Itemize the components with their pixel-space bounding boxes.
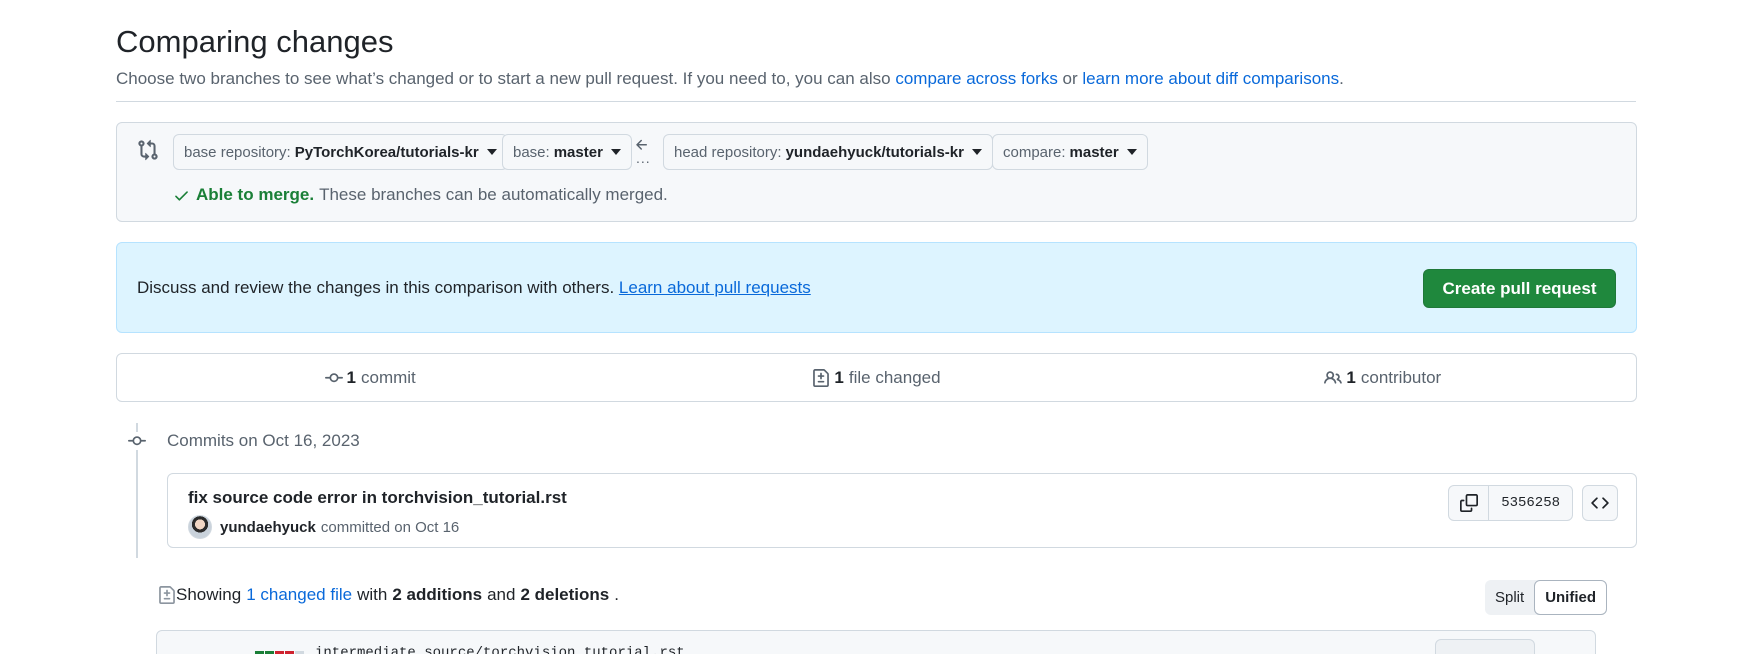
commit-author-link[interactable]: yundaehyuck xyxy=(220,519,316,536)
caret-down-icon xyxy=(610,149,621,155)
diff-file-header: intermediate_source/torchvision_tutorial… xyxy=(156,630,1596,654)
file-diff-icon xyxy=(159,586,175,604)
description-or: or xyxy=(1057,69,1083,88)
code-icon xyxy=(1591,497,1609,509)
compare-branch-select[interactable]: compare: master xyxy=(992,134,1148,170)
diff-view-toggle: Split Unified xyxy=(1485,580,1608,615)
summary-files-changed[interactable]: 1 file changed xyxy=(623,354,1129,401)
git-commit-icon xyxy=(126,432,148,450)
commit-title-link[interactable]: fix source code error in torchvision_tut… xyxy=(188,488,567,508)
file-diff-icon xyxy=(813,368,830,387)
base-repository-select[interactable]: base repository: PyTorchKorea/tutorials-k… xyxy=(173,134,508,170)
diff-and: and xyxy=(487,585,516,604)
commits-count: 1 xyxy=(346,367,356,387)
head-repository-label: head repository: xyxy=(674,143,782,161)
title-divider xyxy=(116,101,1636,102)
changed-files-link[interactable]: 1 changed file xyxy=(246,585,352,605)
file-path-link[interactable]: intermediate_source/torchvision_tutorial… xyxy=(315,645,685,654)
caret-down-icon xyxy=(1126,149,1137,155)
check-icon xyxy=(175,190,188,201)
compare-flash-banner: Discuss and review the changes in this c… xyxy=(116,242,1637,333)
create-pull-request-button[interactable]: Create pull request xyxy=(1423,269,1616,308)
copy-sha-button[interactable] xyxy=(1449,486,1490,520)
merge-status: Able to merge. These branches can be aut… xyxy=(173,185,668,205)
learn-diff-comparisons-link[interactable]: learn more about diff comparisons xyxy=(1082,69,1339,88)
git-compare-icon xyxy=(138,139,158,161)
git-commit-icon xyxy=(324,372,343,382)
base-repository-value: PyTorchKorea/tutorials-kr xyxy=(294,143,479,161)
deletions-count: 2 deletions xyxy=(520,585,610,604)
caret-down-icon xyxy=(971,149,982,155)
description-prefix: Choose two branches to see what’s change… xyxy=(116,69,896,88)
diff-with: with xyxy=(357,585,388,604)
compare-branch-value: master xyxy=(1069,143,1119,161)
learn-pull-requests-link[interactable]: Learn about pull requests xyxy=(619,278,811,297)
commits-date-heading: Commits on Oct 16, 2023 xyxy=(167,431,360,450)
commit-meta: yundaehyuck committed on Oct 16 xyxy=(188,515,459,539)
copy-icon xyxy=(1459,494,1478,512)
base-repository-label: base repository: xyxy=(184,143,291,161)
commits-label: commit xyxy=(361,367,416,387)
contributors-count: 1 xyxy=(1346,367,1356,387)
diff-summary: Showing 1 changed file with 2 additions … xyxy=(158,585,619,605)
description-suffix: . xyxy=(1339,69,1344,88)
range-editor: base repository: PyTorchKorea/tutorials-k… xyxy=(116,122,1637,222)
compare-summary: 1 commit 1 file changed 1 contributor xyxy=(116,353,1637,402)
avatar[interactable] xyxy=(188,515,212,539)
commit-sha-link[interactable]: 5356258 xyxy=(1489,486,1572,520)
additions-count: 2 additions xyxy=(392,585,483,604)
unified-view-button[interactable]: Unified xyxy=(1534,580,1608,615)
flash-message: Discuss and review the changes in this c… xyxy=(137,278,619,297)
files-count: 1 xyxy=(834,367,844,387)
merge-status-text: These branches can be automatically merg… xyxy=(319,185,668,204)
summary-contributors[interactable]: 1 contributor xyxy=(1130,354,1636,401)
base-branch-label: base: xyxy=(513,143,550,161)
flash-text: Discuss and review the changes in this c… xyxy=(137,278,811,298)
caret-down-icon xyxy=(486,149,497,155)
diff-period: . xyxy=(614,585,619,604)
head-repository-select[interactable]: head repository: yundaehyuck/tutorials-kr xyxy=(663,134,993,170)
compare-across-forks-link[interactable]: compare across forks xyxy=(895,69,1058,88)
summary-commits[interactable]: 1 commit xyxy=(117,354,623,401)
files-label: file changed xyxy=(848,367,941,387)
people-icon xyxy=(1324,370,1343,384)
split-view-button[interactable]: Split xyxy=(1485,580,1534,615)
page-description: Choose two branches to see what’s change… xyxy=(116,69,1344,89)
range-dots: ... xyxy=(636,150,651,166)
merge-ok-label: Able to merge. xyxy=(196,185,315,204)
base-branch-select[interactable]: base: master xyxy=(502,134,632,170)
commit-sha-group: 5356258 xyxy=(1448,485,1573,521)
base-branch-value: master xyxy=(553,143,603,161)
showing-prefix: Showing xyxy=(176,585,242,604)
compare-branch-label: compare: xyxy=(1003,143,1066,161)
commit-meta-text: committed on Oct 16 xyxy=(320,518,460,536)
page-title: Comparing changes xyxy=(116,24,394,59)
file-actions-group[interactable] xyxy=(1435,639,1535,654)
commit-list-item: fix source code error in torchvision_tut… xyxy=(167,473,1637,548)
head-repository-value: yundaehyuck/tutorials-kr xyxy=(785,143,964,161)
contributors-label: contributor xyxy=(1360,367,1442,387)
browse-repository-button[interactable] xyxy=(1582,485,1618,521)
